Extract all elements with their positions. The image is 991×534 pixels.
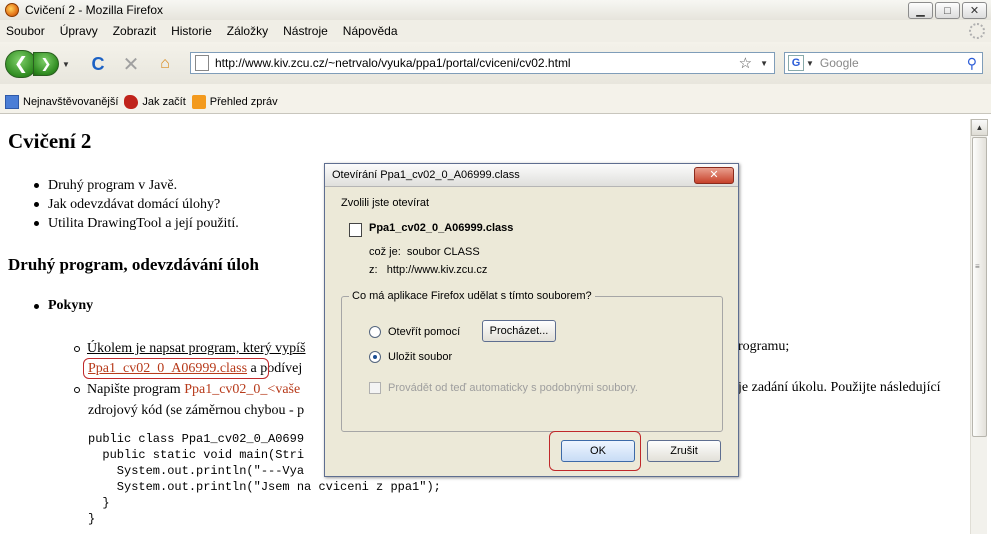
task-item-2: Napište program Ppa1_cv02_0_<vaše [74,380,300,399]
bookmark-label: Nejnavštěvovanější [23,95,119,108]
bookmark-label: Přehled zpráv [209,95,278,108]
save-file-label[interactable]: Uložit soubor [388,351,452,363]
list-item-text: Druhý program v Javě. [48,178,178,193]
window-controls: ▁ □ ✕ [908,2,987,19]
link-highlight [83,358,269,379]
search-input[interactable]: Google [820,56,967,70]
pokyny-text: Pokyny [48,298,94,313]
pokyny-heading: Pokyny [34,298,93,314]
list-item: Jak odevzdávat domácí úlohy? [34,195,239,214]
task-item-1: Úkolem je napsat program, který vypíš [74,339,306,358]
open-with-radio[interactable] [369,326,381,338]
google-engine-icon[interactable]: G [788,55,804,71]
minimize-button[interactable]: ▁ [908,2,933,19]
throbber-icon [969,23,985,39]
menu-historie[interactable]: Historie [171,24,212,38]
section-title: Druhý program, odevzdávání úloh [8,255,259,274]
ok-highlight [549,431,641,471]
list-item-text: Utilita DrawingTool a její použití. [48,216,239,231]
intro-list: Druhý program v Javě. Jak odevzdávat dom… [34,176,239,233]
vertical-scrollbar[interactable]: ▲ ≡ [970,119,988,534]
save-file-radio[interactable] [369,351,381,363]
open-with-label[interactable]: Otevřít pomocí [388,326,460,338]
menu-upravy[interactable]: Úpravy [60,24,98,38]
rss-icon [191,94,206,109]
task-item-2-text: Napište program [87,382,185,397]
scroll-grip-icon: ≡ [975,262,980,271]
code-line: System.out.println("Jsem na cviceni z pp… [88,480,441,494]
auto-checkbox-label[interactable]: Provádět od teď automaticky s podobnými … [388,382,638,394]
search-bar[interactable]: G ▼ Google ⚲ [784,52,983,74]
auto-checkbox[interactable] [369,382,381,394]
chosen-label: Zvolili jste otevírat [341,197,430,209]
dialog-filename: Ppa1_cv02_0_A06999.class [369,222,514,234]
menu-napoveda[interactable]: Nápověda [343,24,398,38]
type-row: což je: soubor CLASS [369,246,480,258]
from-label: z: [369,264,378,276]
bookmark-getting-started[interactable]: Jak začít [124,94,186,109]
open-file-dialog: Otevírání Ppa1_cv02_0_A06999.class ✕ Zvo… [324,163,739,477]
stop-button[interactable]: ✕ [121,54,141,76]
type-label: což je: [369,246,401,258]
page-title: Cvičení 2 [8,129,92,153]
task-item-2-line2: zdrojový kód (se záměrnou chybou - p [88,403,305,418]
bookmark-most-visited[interactable]: Nejnavštěvovanější [5,94,119,109]
window-title: Cvičení 2 - Mozilla Firefox [25,3,164,17]
list-item: Utilita DrawingTool a její použití. [34,214,239,233]
firefox-fox-icon [124,94,139,109]
bookmarks-toolbar: Nejnavštěvovanější Jak začít Přehled zpr… [0,90,991,114]
scroll-up-icon[interactable]: ▲ [971,119,988,136]
code-line: } [88,496,110,510]
class-file-icon [349,223,362,237]
task-item-1-right-text: rogramu; [738,339,790,354]
browse-button[interactable]: Procházet... [482,320,556,342]
page-icon [195,55,209,71]
close-window-button[interactable]: ✕ [962,2,987,19]
search-icon[interactable]: ⚲ [967,55,977,72]
forward-button[interactable]: ❯ [33,52,59,76]
firefox-icon [5,3,19,17]
menu-bar: Soubor Úpravy Zobrazit Historie Záložky … [0,20,991,42]
dialog-body: Zvolili jste otevírat Ppa1_cv02_0_A06999… [325,187,738,477]
bookmark-label: Jak začít [142,95,186,108]
action-group-legend: Co má aplikace Firefox udělat s tímto so… [349,290,595,302]
url-text[interactable]: http://www.kiv.zcu.cz/~netrvalo/vyuka/pp… [215,56,739,70]
menu-zobrazit[interactable]: Zobrazit [113,24,156,38]
from-row: z: http://www.kiv.zcu.cz [369,264,487,276]
dialog-close-button[interactable]: ✕ [694,167,734,184]
menu-soubor[interactable]: Soubor [6,24,45,38]
bookmark-news[interactable]: Přehled zpráv [191,94,278,109]
home-button[interactable]: ⌂ [155,54,175,74]
cancel-button[interactable]: Zrušit [647,440,721,462]
source-file-link[interactable]: Ppa1_cv02_0_<vaše [184,382,300,397]
dialog-title: Otevírání Ppa1_cv02_0_A06999.class [332,169,520,181]
menu-nastroje[interactable]: Nástroje [283,24,328,38]
action-group [341,296,723,432]
engine-dropdown-icon[interactable]: ▼ [806,59,814,68]
scroll-thumb[interactable] [972,137,987,437]
task-item-1-text: Úkolem je napsat program, který vypíš [87,341,306,356]
maximize-button[interactable]: □ [935,2,960,19]
task-item-2-right-text: je zadání úkolu. Použijte následující [738,380,941,395]
most-visited-icon [5,94,19,109]
menu-zalozky[interactable]: Záložky [227,24,268,38]
url-bar[interactable]: http://www.kiv.zcu.cz/~netrvalo/vyuka/pp… [190,52,775,74]
reload-button[interactable]: C [88,54,108,74]
from-value: http://www.kiv.zcu.cz [386,264,488,276]
back-forward-group: ❮ ❯ ▼ [5,50,77,78]
code-line: } [88,512,96,526]
list-item-text: Jak odevzdávat domácí úlohy? [48,197,221,212]
dialog-titlebar: Otevírání Ppa1_cv02_0_A06999.class [325,164,738,187]
bookmark-star-icon[interactable]: ☆ [739,54,752,72]
type-value: soubor CLASS [406,246,480,258]
window-titlebar: Cvičení 2 - Mozilla Firefox ▁ □ ✕ [0,0,991,20]
url-dropdown-icon[interactable]: ▼ [760,59,768,68]
list-item: Druhý program v Javě. [34,176,239,195]
history-dropdown-icon[interactable]: ▼ [62,60,70,69]
